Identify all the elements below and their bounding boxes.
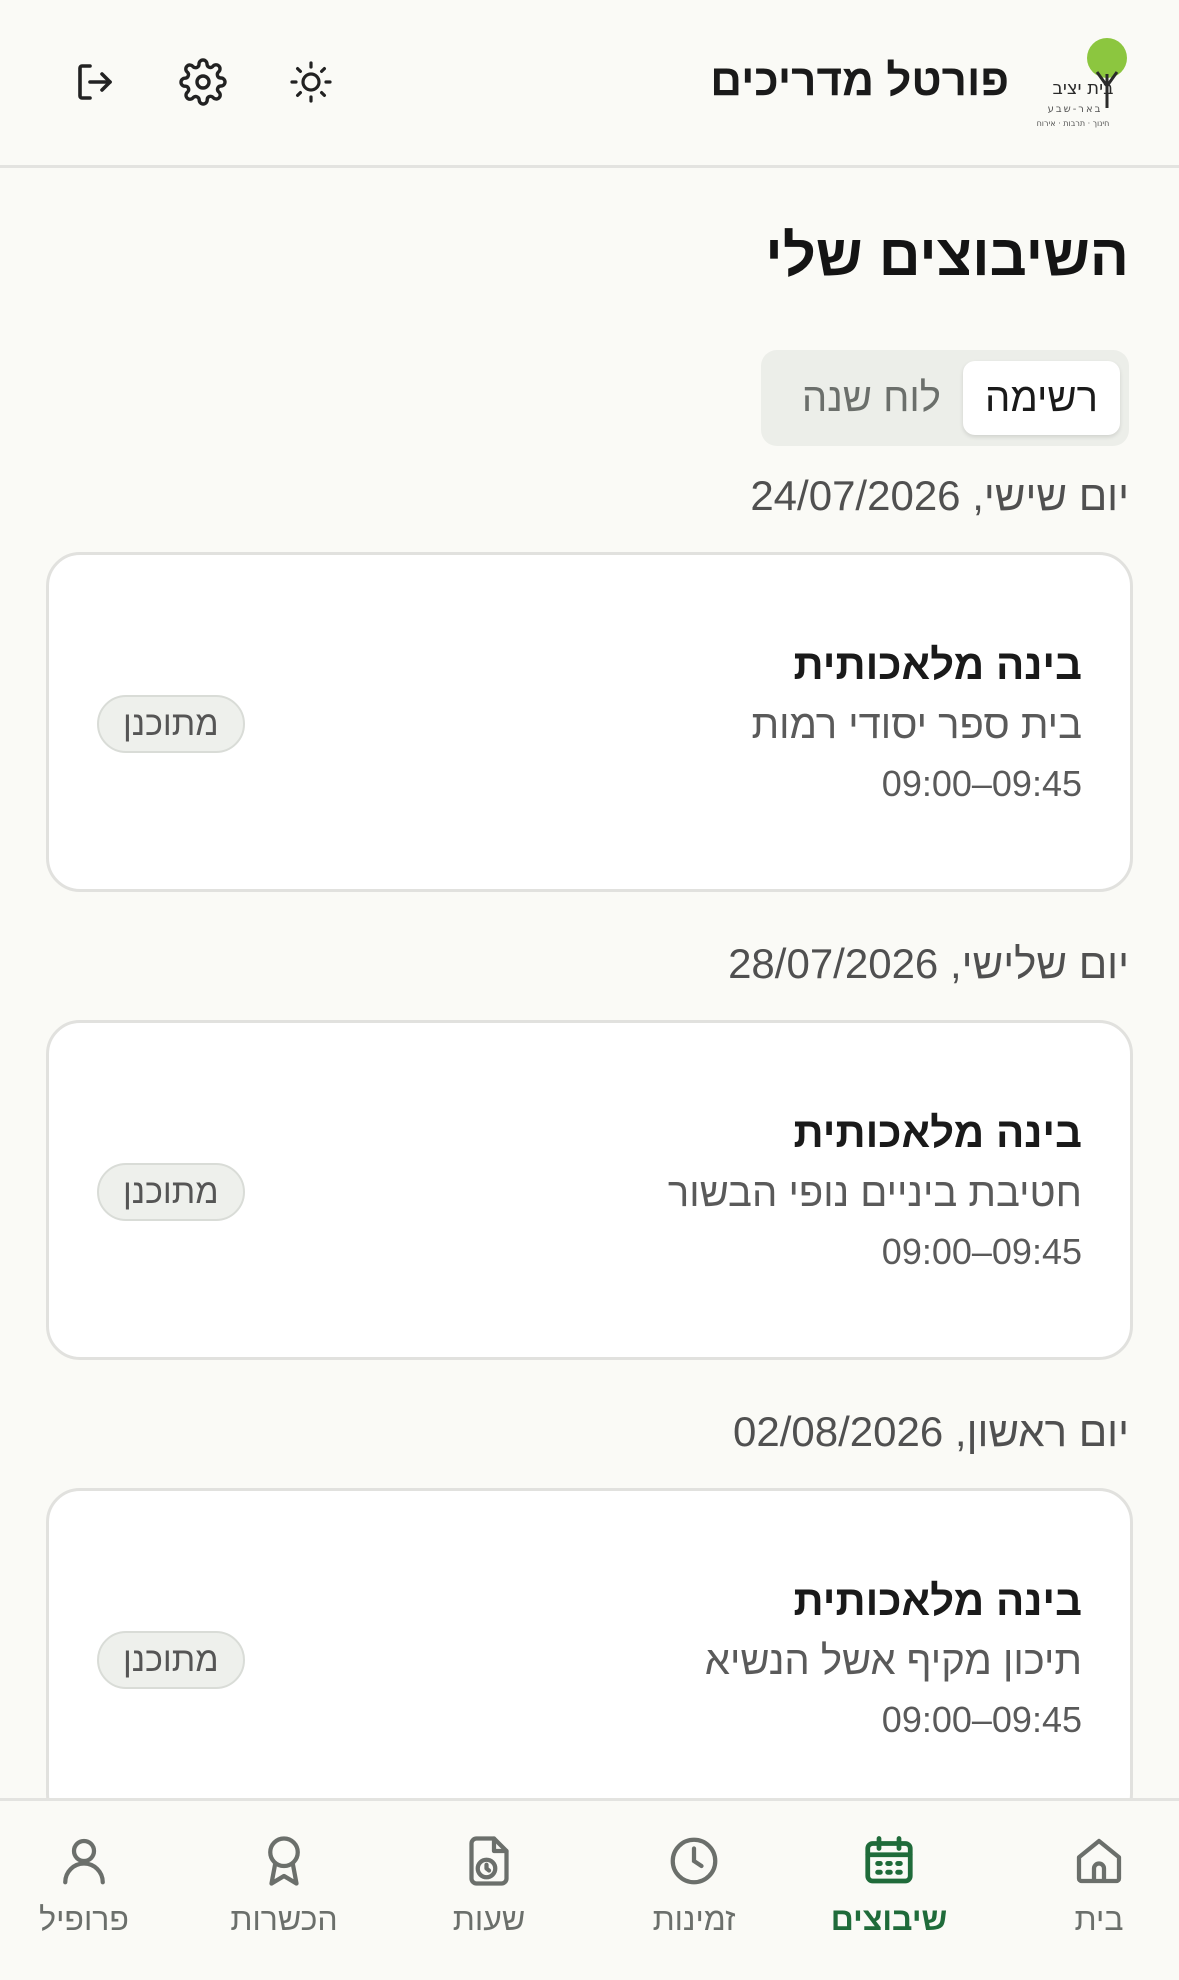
nav-item-hours[interactable]: שעות — [429, 1801, 549, 1980]
assignment-title: בינה מלאכותית — [793, 1109, 1082, 1156]
assignment-title: בינה מלאכותית — [793, 641, 1082, 688]
assignment-school: חטיבת ביניים נופי הבשור — [667, 1171, 1082, 1215]
nav-item-trainings[interactable]: הכשרות — [209, 1801, 359, 1980]
timesheet-icon — [459, 1831, 519, 1891]
assignment-time: 09:00–09:45 — [881, 1231, 1082, 1272]
nav-label: זמינות — [652, 1901, 736, 1937]
assignment-card[interactable]: בינה מלאכותית תיכון מקיף אשל הנשיא 09:00… — [46, 1488, 1133, 1828]
settings-button[interactable] — [177, 57, 229, 111]
nav-item-availability[interactable]: זמינות — [634, 1801, 754, 1980]
nav-item-profile[interactable]: פרופיל — [19, 1801, 149, 1980]
tab-list-view[interactable]: רשימה — [963, 361, 1120, 435]
assignment-school: בית ספר יסודי רמות — [751, 703, 1082, 747]
status-badge: מתוכנן — [97, 1631, 245, 1689]
assignment-card[interactable]: בינה מלאכותית חטיבת ביניים נופי הבשור 09… — [46, 1020, 1133, 1360]
top-header: בית יציב באר-שבע חינוך · תרבות · אירוח פ… — [0, 0, 1179, 168]
nav-label: שעות — [452, 1901, 526, 1937]
user-icon — [54, 1831, 114, 1891]
svg-text:באר-שבע: באר-שבע — [1048, 104, 1103, 115]
gear-icon — [179, 57, 227, 111]
beit-yatziv-logo: בית יציב באר-שבע חינוך · תרבות · אירוח — [1033, 36, 1133, 132]
svg-text:חינוך · תרבות · אירוח: חינוך · תרבות · אירוח — [1037, 119, 1110, 128]
status-badge: מתוכנן — [97, 1163, 245, 1221]
assignment-card[interactable]: בינה מלאכותית בית ספר יסודי רמות 09:00–0… — [46, 552, 1133, 892]
logout-button[interactable] — [70, 58, 122, 110]
nav-item-assignments[interactable]: שיבוצים — [814, 1801, 964, 1980]
award-icon — [254, 1831, 314, 1891]
svg-text:בית יציב: בית יציב — [1052, 78, 1113, 99]
nav-item-home[interactable]: בית — [1039, 1801, 1159, 1980]
date-heading: יום שלישי, 28/07/2026 — [728, 940, 1129, 987]
nav-label: בית — [1074, 1901, 1124, 1937]
portal-title: פורטל מדריכים — [710, 56, 1009, 105]
bottom-nav: בית שיבוצים זמינות שעות הכשרות פרופיל — [0, 1798, 1179, 1980]
sun-icon — [287, 58, 335, 111]
theme-toggle-button[interactable] — [285, 58, 337, 110]
tab-calendar-view[interactable]: לוח שנה — [780, 361, 963, 435]
app-root: בית יציב באר-שבע חינוך · תרבות · אירוח פ… — [0, 0, 1179, 1980]
nav-label: פרופיל — [39, 1901, 129, 1937]
status-badge: מתוכנן — [97, 695, 245, 753]
home-icon — [1069, 1831, 1129, 1891]
assignment-school: תיכון מקיף אשל הנשיא — [704, 1639, 1082, 1683]
view-toggle: רשימה לוח שנה — [761, 350, 1129, 446]
assignment-title: בינה מלאכותית — [793, 1577, 1082, 1624]
nav-label: שיבוצים — [830, 1901, 948, 1937]
date-heading: יום ראשון, 02/08/2026 — [733, 1408, 1129, 1455]
calendar-icon — [859, 1831, 919, 1891]
date-heading: יום שישי, 24/07/2026 — [750, 472, 1129, 519]
assignment-time: 09:00–09:45 — [881, 1699, 1082, 1740]
logout-icon — [72, 58, 120, 111]
page-title: השיבוצים שלי — [765, 223, 1129, 288]
assignment-time: 09:00–09:45 — [881, 763, 1082, 804]
clock-icon — [664, 1831, 724, 1891]
nav-label: הכשרות — [230, 1901, 338, 1937]
